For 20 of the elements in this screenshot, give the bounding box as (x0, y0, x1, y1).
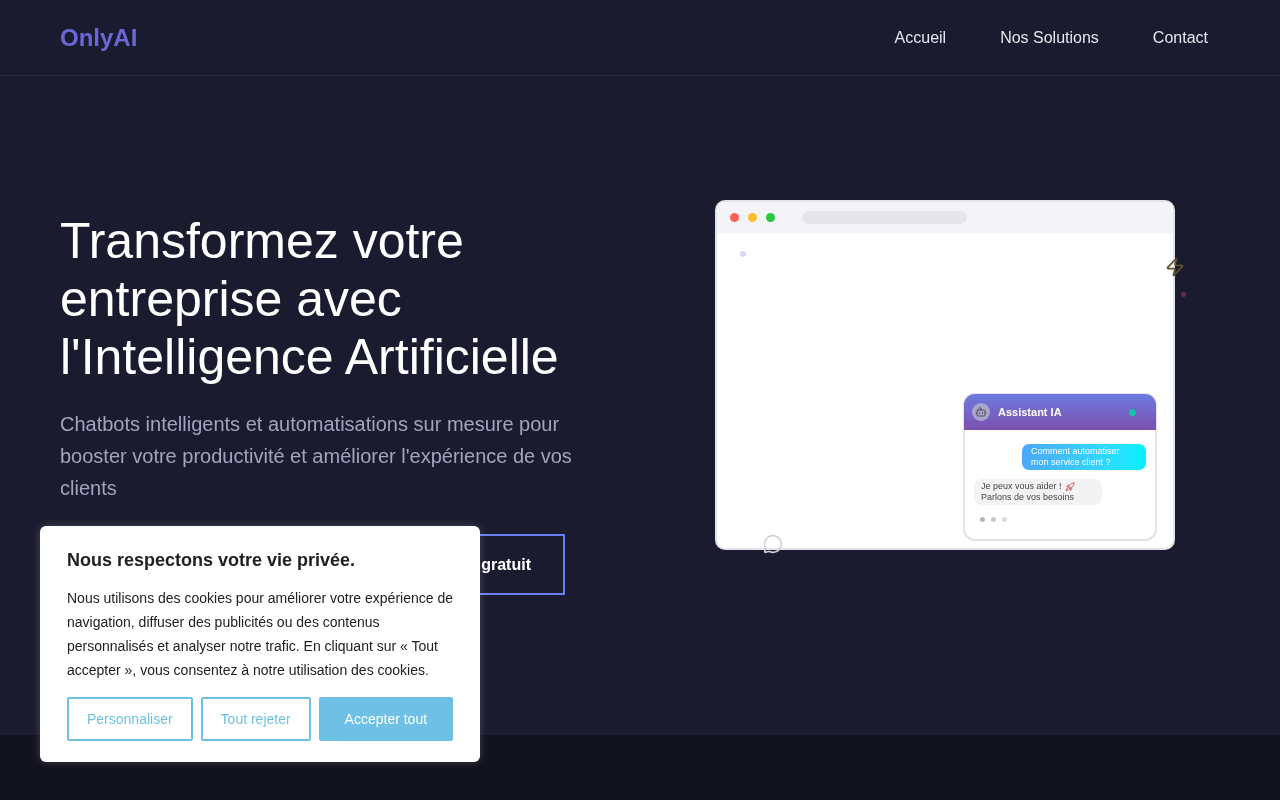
robot-avatar-icon (972, 403, 990, 421)
cookie-dialog-text: Nous utilisons des cookies pour améliorer votre expérience de navigation, diffuser des publicités ou des contenus personnalisés et analyser notre trafic. En cliquant sur « Tout accepter », vous consentez à notre utilisation des cookies. (67, 589, 453, 680)
cookie-button[interactable]: Accepter tout (318, 697, 453, 741)
nav-link[interactable]: Accueil (894, 25, 947, 50)
hero-title: Transformez votre entreprise avec l'Intelligence Artificielle (60, 212, 560, 386)
logo[interactable]: OnlyAI (60, 19, 138, 56)
lightning-icon (1165, 256, 1185, 278)
cookie-dialog-title: Nous respectons votre vie privée. (67, 549, 357, 572)
rocket-icon (1064, 481, 1075, 492)
cookie-button[interactable]: Personnaliser (67, 697, 193, 741)
hero-subtitle: Chatbots intelligents et automatisations sur mesure pour booster votre productivité et améliorer l'expérience de vos clients (60, 412, 573, 501)
bot-message-text: Je peux vous aider ! (981, 481, 1062, 492)
speech-bubble-icon (763, 534, 783, 554)
bot-message-text: Parlons de vos besoins (981, 492, 1076, 503)
chat-title: Assistant IA (998, 404, 1063, 420)
cookie-button[interactable]: Tout rejeter (200, 697, 311, 741)
nav-link[interactable]: Contact (1152, 25, 1208, 50)
typing-indicator-icon (980, 517, 1007, 522)
nav-link[interactable]: Nos Solutions (1000, 25, 1099, 50)
user-message: Comment automatiser mon service client ? (1022, 444, 1146, 470)
